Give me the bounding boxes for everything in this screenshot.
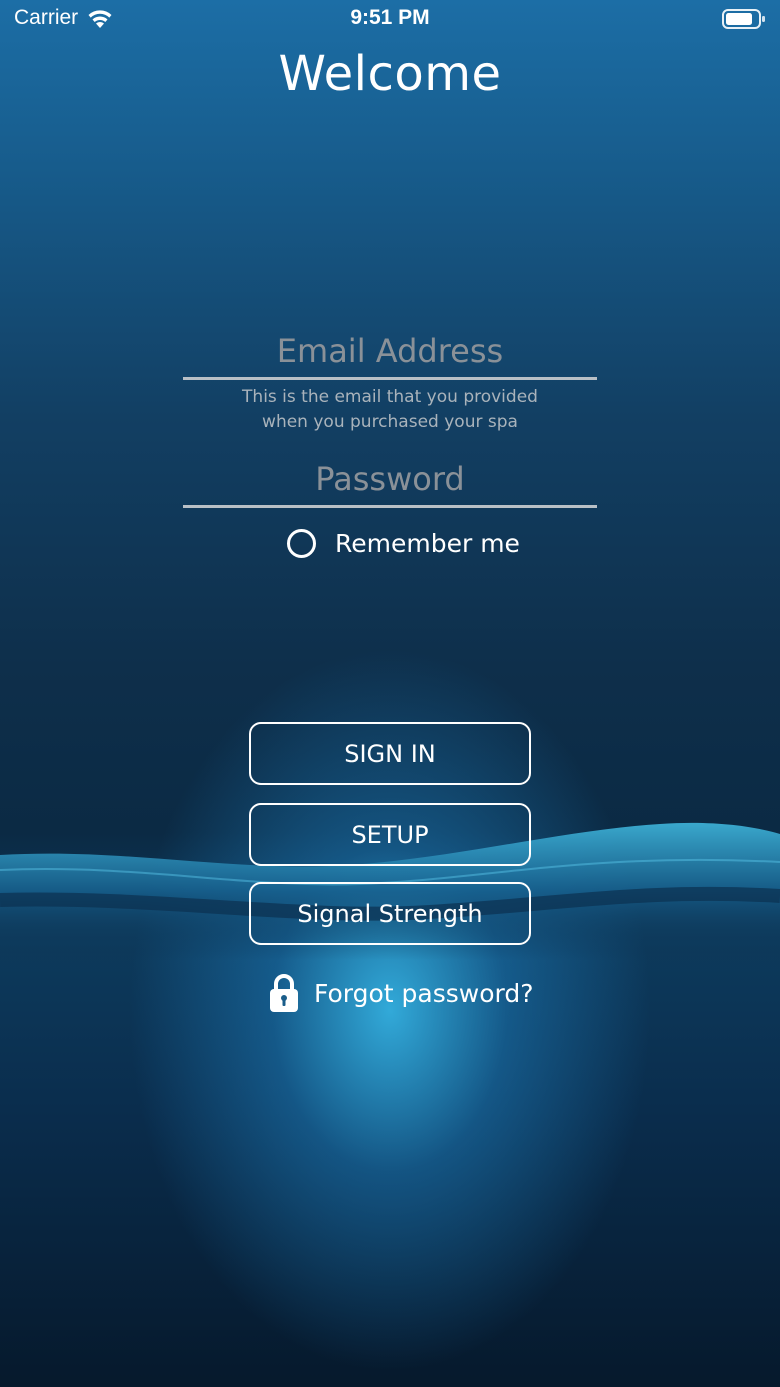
lock-icon xyxy=(270,974,298,1012)
password-field-wrapper xyxy=(183,452,597,508)
page-title: Welcome xyxy=(278,46,502,102)
battery-icon xyxy=(722,9,765,29)
sign-in-button[interactable]: SIGN IN xyxy=(249,722,531,785)
remember-me-radio[interactable] xyxy=(287,529,316,558)
remember-me-toggle[interactable]: Remember me xyxy=(287,529,520,558)
forgot-password-link[interactable]: Forgot password? xyxy=(268,973,534,1013)
remember-me-label: Remember me xyxy=(335,529,520,558)
email-helper-line-2: when you purchased your spa xyxy=(262,412,518,432)
email-field-wrapper xyxy=(183,324,597,380)
signal-strength-button[interactable]: Signal Strength xyxy=(249,882,531,945)
setup-button[interactable]: SETUP xyxy=(249,803,531,866)
email-field[interactable] xyxy=(183,324,597,380)
status-time: 9:51 PM xyxy=(350,6,430,29)
login-screen: Carrier 9:51 PM Welcome This is the emai… xyxy=(0,0,780,1387)
email-helper-text: This is the email that you provided when… xyxy=(150,385,630,435)
password-field[interactable] xyxy=(183,452,597,508)
email-helper-line-1: This is the email that you provided xyxy=(242,387,538,407)
status-bar: Carrier 9:51 PM xyxy=(0,0,780,40)
forgot-password-label: Forgot password? xyxy=(314,978,534,1008)
